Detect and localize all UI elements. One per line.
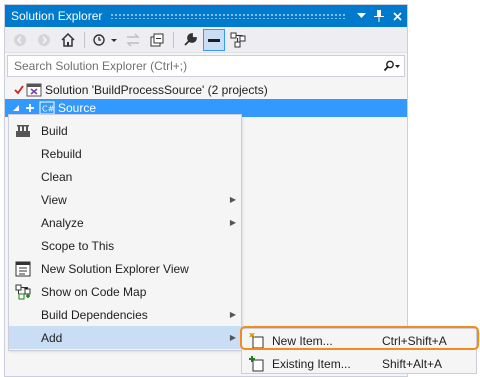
title-bar[interactable]: Solution Explorer [5, 5, 407, 27]
menu-item-build[interactable]: Build [9, 119, 241, 142]
forward-arrow-icon [38, 33, 50, 46]
submenu-arrow-icon: ▶ [229, 195, 237, 204]
submenu-item-new-item[interactable]: New Item... Ctrl+Shift+A [242, 329, 476, 352]
properties-button[interactable] [179, 29, 201, 51]
window-title: Solution Explorer [11, 9, 103, 23]
menu-item-rebuild[interactable]: Rebuild [9, 142, 241, 165]
menu-item-label: New Solution Explorer View [41, 261, 189, 276]
clock-filter-icon [93, 33, 117, 46]
dropdown-arrow-icon [356, 13, 366, 18]
toolbar-separator [173, 31, 174, 48]
shortcut-text: Shift+Alt+A [382, 356, 443, 371]
menu-item-label: Show on Code Map [41, 284, 147, 299]
menu-item-label: Rebuild [41, 146, 82, 161]
sync-arrows-icon [126, 33, 140, 46]
submenu-item-label: New Item... [272, 333, 333, 348]
tree-item-solution[interactable]: Solution 'BuildProcessSource' (2 project… [5, 81, 407, 99]
close-button[interactable] [389, 8, 405, 24]
collapse-all-icon [150, 33, 164, 46]
back-arrow-icon [14, 33, 26, 46]
menu-item-label: Scope to This [41, 238, 115, 253]
search-icon [383, 60, 400, 72]
submenu-item-label: Existing Item... [272, 356, 351, 371]
add-submenu: New Item... Ctrl+Shift+A Existing Item..… [241, 328, 477, 374]
pin-button[interactable] [371, 8, 387, 24]
solution-icon [26, 82, 42, 98]
shortcut-text: Ctrl+Shift+A [382, 333, 447, 348]
project-label: Source [58, 101, 97, 115]
view-class-diagram-button[interactable] [227, 29, 249, 51]
submenu-arrow-icon: ▶ [229, 310, 237, 319]
title-grip [110, 13, 345, 19]
menu-item-analyze[interactable]: Analyze ▶ [9, 211, 241, 234]
submenu-item-existing-item[interactable]: Existing Item... Shift+Alt+A [242, 352, 476, 375]
menu-item-build-dependencies[interactable]: Build Dependencies ▶ [9, 303, 241, 326]
preview-icon [208, 38, 220, 42]
submenu-arrow-icon: ▶ [229, 333, 237, 342]
code-map-icon [9, 284, 37, 300]
window-dropdown-button[interactable] [353, 8, 369, 24]
collapse-all-button[interactable] [146, 29, 168, 51]
checkmark-icon [11, 82, 27, 98]
close-icon [392, 11, 402, 21]
home-icon [61, 32, 75, 47]
context-menu: Build Rebuild Clean View ▶ Analyze ▶ Sco… [8, 114, 242, 351]
svg-text:C#: C# [42, 105, 55, 114]
menu-item-label: Clean [41, 169, 73, 184]
build-icon [9, 124, 37, 138]
toolbar-separator [84, 31, 85, 48]
menu-item-scope-to-this[interactable]: Scope to This [9, 234, 241, 257]
pin-icon [374, 10, 384, 22]
menu-item-label: View [41, 192, 67, 207]
search-input[interactable]: Search Solution Explorer (Ctrl+;) [14, 59, 380, 73]
search-options-button[interactable] [380, 60, 404, 72]
menu-item-label: Build Dependencies [41, 307, 148, 322]
search-field[interactable]: Search Solution Explorer (Ctrl+;) [7, 55, 405, 77]
menu-item-label: Build [41, 123, 68, 138]
submenu-arrow-icon: ▶ [229, 218, 237, 227]
solution-tree: Solution 'BuildProcessSource' (2 project… [5, 81, 407, 117]
new-view-icon [9, 261, 37, 277]
wrench-icon [184, 32, 197, 46]
pending-changes-filter-button[interactable] [90, 29, 120, 51]
new-item-icon [242, 332, 272, 349]
menu-item-show-on-code-map[interactable]: Show on Code Map [9, 280, 241, 303]
solution-label: Solution 'BuildProcessSource' (2 project… [45, 83, 268, 97]
menu-item-clean[interactable]: Clean [9, 165, 241, 188]
toolbar [5, 27, 407, 53]
menu-item-add[interactable]: Add ▶ [9, 326, 241, 349]
menu-item-view[interactable]: View ▶ [9, 188, 241, 211]
home-button[interactable] [57, 29, 79, 51]
class-diagram-icon [230, 32, 246, 47]
menu-item-label: Analyze [41, 215, 84, 230]
menu-item-new-solution-explorer-view[interactable]: New Solution Explorer View [9, 257, 241, 280]
sync-with-document-button[interactable] [122, 29, 144, 51]
back-button[interactable] [9, 29, 31, 51]
forward-button[interactable] [33, 29, 55, 51]
preview-selected-items-button[interactable] [203, 28, 225, 51]
existing-item-icon [242, 355, 272, 372]
menu-item-label: Add [41, 330, 63, 345]
